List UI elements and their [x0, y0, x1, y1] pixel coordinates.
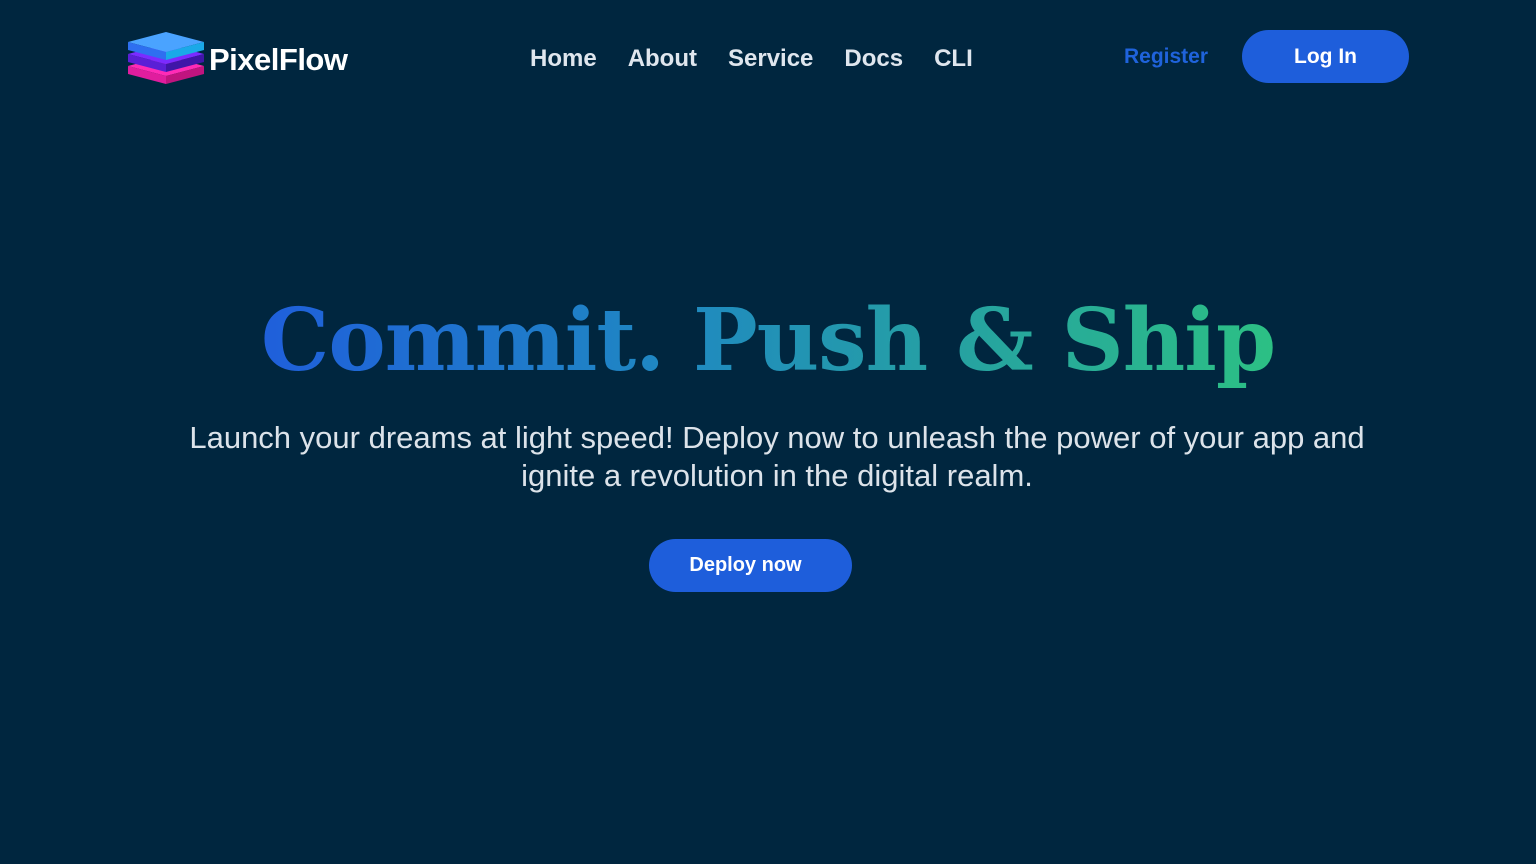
brand-logo-link[interactable]: PixelFlow — [127, 30, 348, 88]
page: PixelFlow Home About Service Docs CLI Re… — [0, 0, 1536, 864]
login-button[interactable]: Log In — [1242, 30, 1409, 83]
register-link[interactable]: Register — [1124, 43, 1208, 71]
brand-name: PixelFlow — [209, 41, 348, 77]
deploy-now-button[interactable]: Deploy now — [649, 539, 852, 592]
hero-subtitle: Launch your dreams at light speed! Deplo… — [189, 420, 1365, 493]
nav-item-service[interactable]: Service — [728, 44, 813, 74]
nav-item-about[interactable]: About — [628, 44, 697, 74]
main-nav: Home About Service Docs CLI — [530, 44, 1004, 74]
nav-item-home[interactable]: Home — [530, 44, 597, 74]
hero-title-wrapper: Commit. Push & Ship — [0, 286, 1536, 396]
nav-item-docs[interactable]: Docs — [844, 44, 903, 74]
nav-item-cli[interactable]: CLI — [934, 44, 973, 74]
hero-title: Commit. Push & Ship — [261, 286, 1276, 396]
stacked-layers-icon — [127, 30, 205, 88]
